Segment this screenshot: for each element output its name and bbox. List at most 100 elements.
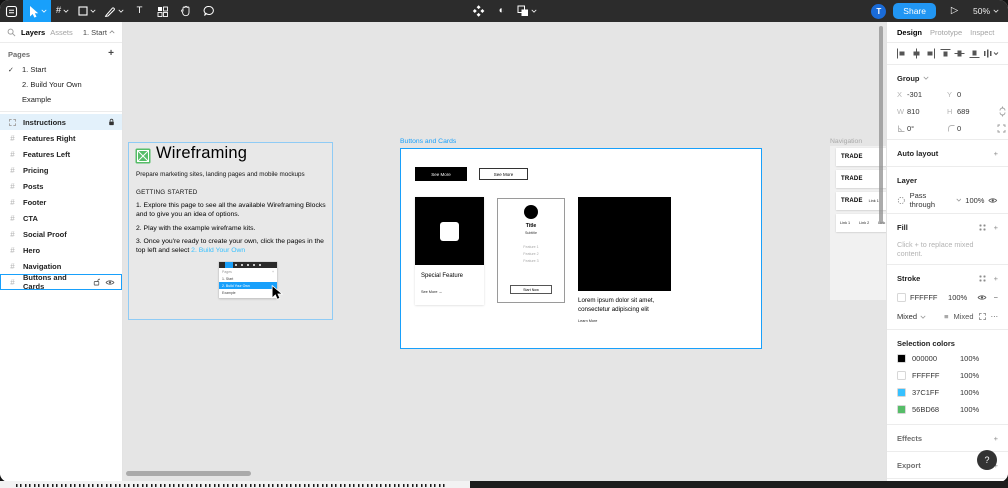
corner-radius-value[interactable]: 0 [957,124,997,133]
align-top-icon[interactable] [940,48,951,59]
share-button[interactable]: Share [893,3,936,19]
stroke-position-dropdown[interactable]: Mixed [897,312,917,321]
layer-opacity-value[interactable]: 100% [965,196,984,205]
page-item-build-your-own[interactable]: 2. Build Your Own [0,77,122,92]
align-left-icon[interactable] [896,48,907,59]
layer-row-cta[interactable]: # CTA [0,210,122,226]
selection-type-dropdown[interactable]: Group [897,71,998,85]
move-tool-button[interactable] [23,0,51,22]
blend-mode-dropdown[interactable]: Pass through [910,191,952,209]
layer-row-instructions[interactable]: Instructions [0,114,122,130]
layer-row-posts[interactable]: # Posts [0,178,122,194]
rotation-value[interactable]: 0° [907,124,947,133]
styles-icon[interactable] [978,274,986,282]
build-your-own-link[interactable]: 2. Build Your Own [191,247,245,254]
color-swatch[interactable] [897,371,906,380]
color-swatch[interactable] [897,354,906,363]
avatar[interactable]: T [871,3,887,19]
advanced-stroke-icon[interactable] [978,313,986,320]
resources-button[interactable] [151,0,174,22]
tab-assets[interactable]: Assets [50,28,73,37]
color-swatch[interactable] [897,388,906,397]
pen-tool-button[interactable] [100,0,128,22]
add-effect-button[interactable]: + [994,434,998,443]
layer-row-features-left[interactable]: # Features Left [0,146,122,162]
add-page-button[interactable]: + [108,49,114,59]
see-more-secondary-button[interactable]: See More [479,168,528,180]
zoom-select[interactable]: 50% [973,6,999,16]
remove-stroke-button[interactable]: − [994,293,998,302]
lock-icon[interactable] [108,118,115,126]
align-right-icon[interactable] [925,48,936,59]
text-tool-button[interactable]: T [128,0,151,22]
layer-row-social-proof[interactable]: # Social Proof [0,226,122,242]
stroke-more-options[interactable]: ⋯ [991,312,999,321]
frame-label-navigation[interactable]: Navigation [830,138,862,145]
layer-row-hero[interactable]: # Hero [0,242,122,258]
create-component-button[interactable] [467,0,490,22]
distribute-tidy-icon[interactable] [983,48,999,59]
tab-inspect[interactable]: Inspect [970,28,994,37]
nav-link[interactable]: Link 1 [840,221,850,225]
independent-corners-icon[interactable] [997,124,1006,133]
layer-row-buttons-and-cards[interactable]: # Buttons and Cards [0,273,122,291]
page-item-example[interactable]: Example [0,92,122,107]
shape-tool-button[interactable] [74,0,100,22]
align-horizontal-center-icon[interactable] [911,48,922,59]
selection-color-row[interactable]: 56BD68 100% [897,401,998,418]
add-stroke-button[interactable]: + [994,274,998,283]
comment-tool-button[interactable] [197,0,220,22]
tab-layers[interactable]: Layers [21,28,45,37]
frame-tool-button[interactable]: # [51,0,74,22]
horizontal-scrollbar[interactable] [126,471,251,476]
canvas[interactable]: Wireframing Prepare marketing sites, lan… [123,22,886,482]
stroke-hex-value[interactable]: FFFFFF [910,293,944,302]
card-link[interactable]: See More → [421,290,484,294]
stroke-opacity-value[interactable]: 100% [948,293,973,302]
unlock-icon[interactable] [93,278,100,286]
align-vertical-center-icon[interactable] [954,48,965,59]
hand-tool-button[interactable] [174,0,197,22]
instructions-frame[interactable]: Wireframing Prepare marketing sites, lan… [128,142,333,320]
add-fill-button[interactable]: + [994,223,998,232]
eye-icon[interactable] [988,197,998,204]
add-auto-layout-button[interactable]: + [994,149,998,158]
tab-design[interactable]: Design [897,28,922,37]
height-value[interactable]: 689 [957,107,997,116]
see-more-primary-button[interactable]: See More [415,167,467,181]
width-value[interactable]: 810 [907,107,947,116]
selection-color-row[interactable]: FFFFFF 100% [897,367,998,384]
present-button[interactable]: ▷ [943,0,966,22]
nav-link[interactable]: Link 1 [869,199,879,203]
stroke-weight-value[interactable]: Mixed [953,312,973,321]
layer-row-navigation[interactable]: # Navigation [0,258,122,274]
large-image-placeholder[interactable] [578,197,671,291]
constrain-proportions-icon[interactable] [999,106,1006,117]
align-bottom-icon[interactable] [969,48,980,59]
frame-label-buttons-and-cards[interactable]: Buttons and Cards [400,138,456,145]
color-swatch[interactable] [897,405,906,414]
page-item-start[interactable]: ✓ 1. Start [0,62,122,77]
main-menu-button[interactable] [0,0,23,22]
x-value[interactable]: -301 [907,90,947,99]
selection-color-row[interactable]: 37C1FF 100% [897,384,998,401]
eye-icon[interactable] [105,279,115,286]
mask-button[interactable]: ◐ [490,0,513,22]
layer-row-features-right[interactable]: # Features Right [0,130,122,146]
nav-link[interactable]: Link 2 [859,221,869,225]
help-button[interactable]: ? [977,450,997,470]
search-icon[interactable] [7,28,16,37]
page-selector[interactable]: 1. Start [83,28,115,37]
buttons-and-cards-frame[interactable]: See More See More Special Feature See Mo… [400,148,762,349]
layer-row-footer[interactable]: # Footer [0,194,122,210]
pricing-card[interactable]: Title Subtitle Feature 1 Feature 2 Featu… [497,198,565,303]
vertical-scrollbar[interactable] [879,26,883,224]
stroke-color-swatch[interactable] [897,293,906,302]
navigation-frame[interactable]: TRADE TRADE TRADE Link 1 Link 2 Link 1 L… [830,146,886,300]
y-value[interactable]: 0 [957,90,997,99]
selection-color-row[interactable]: 000000 100% [897,350,998,367]
start-now-button[interactable]: Start Now [510,285,552,294]
eye-icon[interactable] [977,294,987,301]
layer-row-pricing[interactable]: # Pricing [0,162,122,178]
styles-icon[interactable] [978,223,986,231]
